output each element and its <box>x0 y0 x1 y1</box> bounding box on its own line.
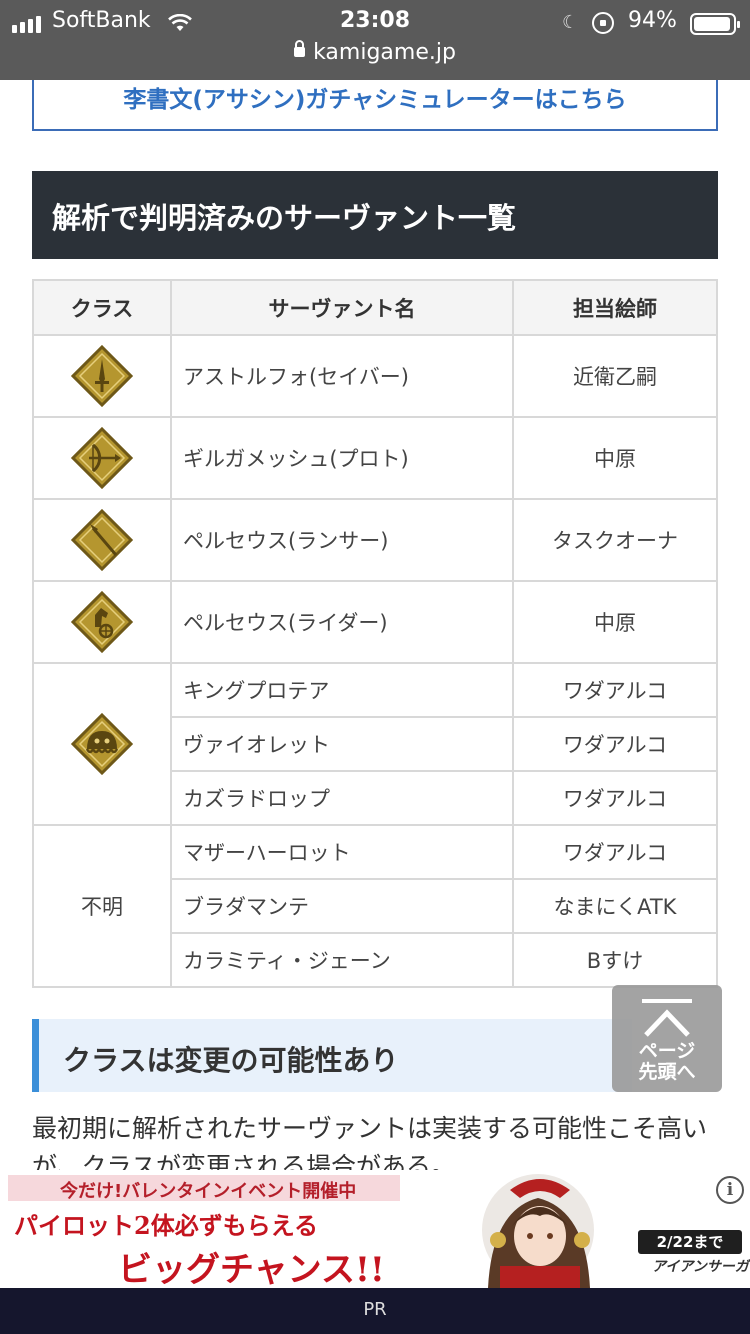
battery-percent: 94% <box>628 8 677 33</box>
url-domain: kamigame.jp <box>313 40 456 65</box>
scroll-to-top-label: ページ 先頭へ <box>638 1040 696 1083</box>
class-cell <box>32 498 172 582</box>
header-artist: 担当絵師 <box>512 279 718 336</box>
servant-name: ブラダマンテ <box>170 878 514 934</box>
header-servant-name: サーヴァント名 <box>170 279 514 336</box>
padlock-icon <box>294 40 306 57</box>
servant-name: ペルセウス(ランサー) <box>170 498 514 582</box>
artist-name: ワダアルコ <box>512 716 718 772</box>
ad-headline: パイロット2体必ずもらえる <box>14 1211 318 1240</box>
ad-date-badge: 2/22まで <box>638 1230 742 1254</box>
artist-name: ワダアルコ <box>512 824 718 880</box>
servant-name: キングプロテア <box>170 662 514 718</box>
table-row: 不明 マザーハーロット ワダアルコ <box>32 824 718 988</box>
servant-name: ギルガメッシュ(プロト) <box>170 416 514 500</box>
archer-class-icon <box>71 427 133 489</box>
class-cell <box>32 334 172 418</box>
ad-banner[interactable]: 今だけ!バレンタインイベント開催中 パイロット2体必ずもらえる ビッグチャンス!… <box>0 1170 750 1288</box>
foreigner-class-icon <box>71 713 133 775</box>
sub-heading: クラスは変更の可能性あり <box>32 1019 632 1092</box>
ad-event-strip: 今だけ!バレンタインイベント開催中 <box>8 1175 400 1202</box>
servant-name: カズラドロップ <box>170 770 514 826</box>
artist-name: ワダアルコ <box>512 662 718 718</box>
artist-name: 近衛乙嗣 <box>512 334 718 418</box>
class-cell <box>32 416 172 500</box>
pr-footer-bar: PR <box>0 1288 750 1334</box>
class-cell <box>32 580 172 664</box>
artist-name: 中原 <box>512 580 718 664</box>
servant-name: アストルフォ(セイバー) <box>170 334 514 418</box>
status-bar: SoftBank 23:08 ☾ 94% <box>0 4 750 38</box>
gacha-simulator-link[interactable]: 李書文(アサシン)ガチャシミュレーターはこちら <box>123 87 626 113</box>
artist-name: タスクオーナ <box>512 498 718 582</box>
header-class: クラス <box>32 279 172 336</box>
rotation-lock-icon <box>592 12 614 34</box>
top-bar-icon <box>642 999 692 1003</box>
servant-name: マザーハーロット <box>170 824 514 880</box>
artist-name: Bすけ <box>512 932 718 988</box>
class-cell <box>32 662 172 826</box>
browser-top-bar: SoftBank 23:08 ☾ 94% kamigame.jp <box>0 0 750 80</box>
artist-name: なまにくATK <box>512 878 718 934</box>
servant-name: カラミティ・ジェーン <box>170 932 514 988</box>
ad-catchphrase: ビッグチャンス!! <box>118 1250 385 1288</box>
servant-table: クラス サーヴァント名 担当絵師 アストルフォ(セイバー) 近衛乙嗣 ギルガメッ… <box>32 279 718 988</box>
table-row: ペルセウス(ライダー) 中原 <box>32 580 718 664</box>
saber-class-icon <box>71 345 133 407</box>
battery-icon <box>690 13 740 35</box>
do-not-disturb-icon: ☾ <box>562 12 579 33</box>
servant-name: ペルセウス(ライダー) <box>170 580 514 664</box>
url-bar[interactable]: kamigame.jp <box>0 40 750 70</box>
class-cell-unknown: 不明 <box>32 824 172 988</box>
table-row: ペルセウス(ランサー) タスクオーナ <box>32 498 718 582</box>
table-row: ギルガメッシュ(プロト) 中原 <box>32 416 718 500</box>
artist-name: 中原 <box>512 416 718 500</box>
table-row: キングプロテア ワダアルコ <box>32 662 718 826</box>
table-row: アストルフォ(セイバー) 近衛乙嗣 <box>32 334 718 418</box>
servant-name: ヴァイオレット <box>170 716 514 772</box>
ad-game-logo: アイアンサーガ <box>652 1259 749 1275</box>
scroll-to-top-button[interactable]: ページ 先頭へ <box>612 985 722 1092</box>
artist-name: ワダアルコ <box>512 770 718 826</box>
rider-class-icon <box>71 591 133 653</box>
lancer-class-icon <box>71 509 133 571</box>
section-heading: 解析で判明済みのサーヴァント一覧 <box>32 171 718 259</box>
info-icon[interactable]: i <box>716 1176 744 1204</box>
chevron-up-icon <box>644 1009 690 1037</box>
